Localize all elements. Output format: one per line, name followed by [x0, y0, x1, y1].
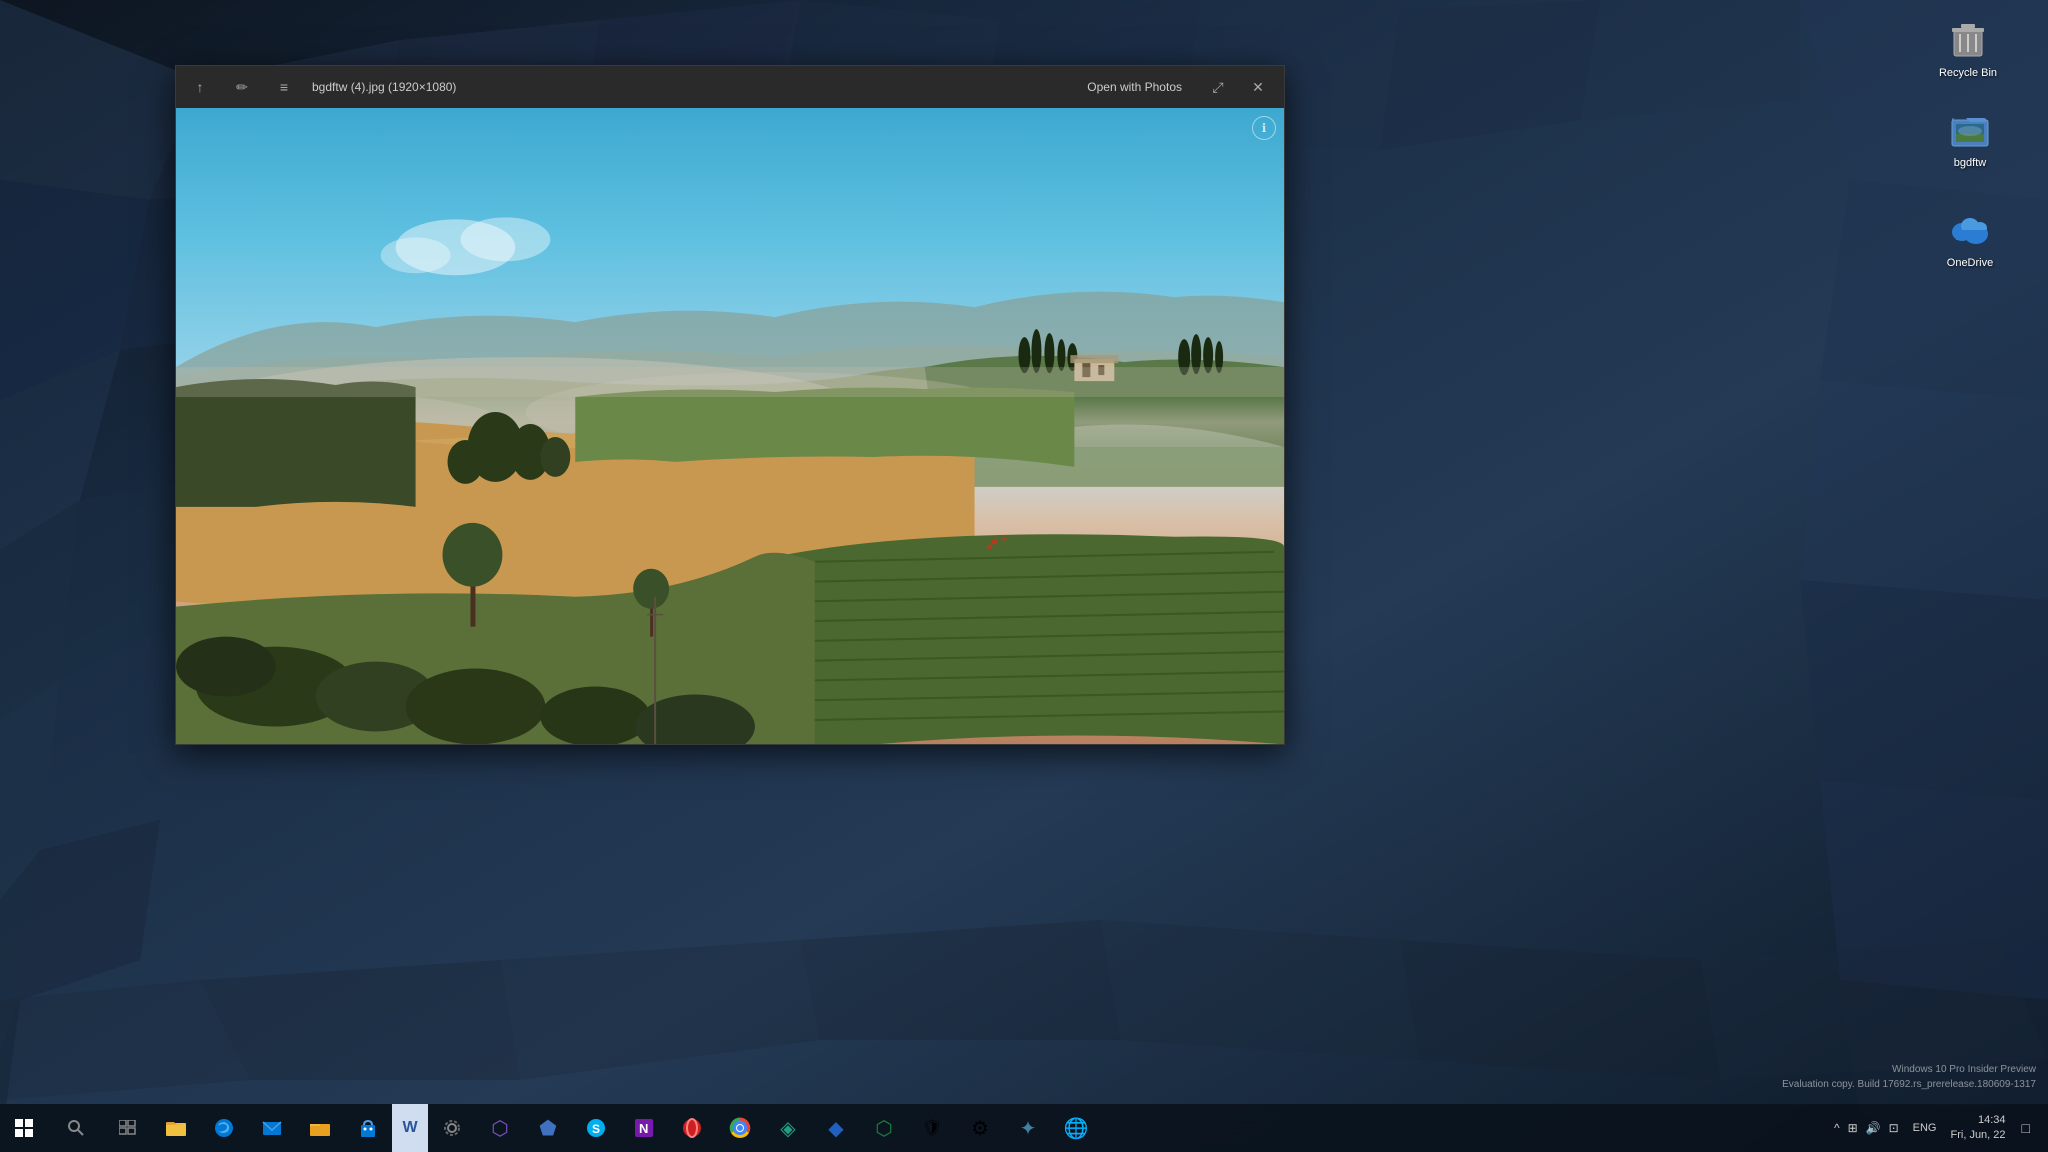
- window-title: bgdftw (4).jpg (1920×1080): [312, 80, 456, 94]
- taskbar-app-dark-blue[interactable]: ◆: [812, 1104, 860, 1152]
- svg-text:N: N: [639, 1121, 648, 1136]
- taskbar-skype[interactable]: S: [572, 1104, 620, 1152]
- recycle-bin-desktop-icon[interactable]: Recycle Bin: [1928, 10, 2008, 84]
- bgdftw-icon-image: [1946, 104, 1994, 152]
- bgdftw-desktop-icon[interactable]: bgdftw: [1930, 100, 2010, 174]
- window-close-button[interactable]: ✕: [1242, 71, 1274, 103]
- taskbar-word[interactable]: W: [392, 1104, 428, 1152]
- recycle-bin-icon-image: [1944, 14, 1992, 62]
- taskbar-settings[interactable]: [428, 1104, 476, 1152]
- image-info-button[interactable]: ℹ: [1252, 116, 1276, 140]
- task-view-icon: [119, 1120, 137, 1136]
- taskbar-app-purple[interactable]: ⬡: [476, 1104, 524, 1152]
- taskbar-left: W ⬡ ⬟ S N: [0, 1104, 1100, 1152]
- taskbar-app-extra2[interactable]: 🌐: [1052, 1104, 1100, 1152]
- taskbar-app-extra1[interactable]: ✦: [1004, 1104, 1052, 1152]
- task-view-button[interactable]: [104, 1104, 152, 1152]
- clock-area[interactable]: 14:34 Fri, Jun, 22: [1945, 1113, 2012, 1144]
- open-with-photos-link[interactable]: Open with Photos: [1087, 80, 1182, 94]
- svg-text:S: S: [592, 1122, 600, 1136]
- window-maximize-button[interactable]: ⤢: [1202, 71, 1234, 103]
- taskbar-defender[interactable]: 🛡: [908, 1104, 956, 1152]
- window-titlebar: ↑ ✏ ≡ bgdftw (4).jpg (1920×1080) Open wi…: [176, 66, 1284, 108]
- tray-volume-icon[interactable]: 🔊: [1864, 1119, 1883, 1137]
- titlebar-right: Open with Photos ⤢ ✕: [1087, 71, 1274, 103]
- onedrive-desktop-icon[interactable]: OneDrive: [1930, 200, 2010, 274]
- start-button[interactable]: [0, 1104, 48, 1152]
- taskbar-right: ^ ⊞ 🔊 ⊡ ENG 14:34 Fri, Jun, 22 □: [1824, 1104, 2048, 1152]
- onedrive-icon-image: [1946, 204, 1994, 252]
- taskbar-explorer[interactable]: [296, 1104, 344, 1152]
- list-toolbar-button[interactable]: ≡: [270, 73, 298, 101]
- photo-viewer-window: ↑ ✏ ≡ bgdftw (4).jpg (1920×1080) Open wi…: [175, 65, 1285, 745]
- taskbar-app-green[interactable]: ⬡: [860, 1104, 908, 1152]
- taskbar-store[interactable]: [344, 1104, 392, 1152]
- tray-icons-area: ^ ⊞ 🔊 ⊡: [1832, 1119, 1901, 1137]
- tray-chevron[interactable]: ^: [1832, 1119, 1842, 1137]
- taskbar-onenote[interactable]: N: [620, 1104, 668, 1152]
- taskbar-apps: W ⬡ ⬟ S N: [152, 1104, 1100, 1152]
- taskbar-mail[interactable]: [248, 1104, 296, 1152]
- taskbar-opera[interactable]: [668, 1104, 716, 1152]
- titlebar-left: ↑ ✏ ≡ bgdftw (4).jpg (1920×1080): [186, 73, 456, 101]
- share-toolbar-button[interactable]: ↑: [186, 73, 214, 101]
- landscape-image: [176, 108, 1284, 744]
- pen-toolbar-button[interactable]: ✏: [228, 73, 256, 101]
- bgdftw-label: bgdftw: [1954, 156, 1986, 170]
- system-tray: ^ ⊞ 🔊 ⊡ ENG 14:34 Fri, Jun, 22 □: [1824, 1113, 2040, 1144]
- recycle-bin-label: Recycle Bin: [1939, 66, 1997, 80]
- tray-battery-icon[interactable]: ⊡: [1887, 1119, 1901, 1137]
- taskbar-app-teal[interactable]: ◈: [764, 1104, 812, 1152]
- clock-time: 14:34: [1978, 1113, 2006, 1128]
- onedrive-label: OneDrive: [1947, 256, 1993, 270]
- tray-network-icon[interactable]: ⊞: [1846, 1119, 1860, 1137]
- tray-language[interactable]: ENG: [1911, 1120, 1939, 1136]
- taskbar-app-blue[interactable]: ⬟: [524, 1104, 572, 1152]
- desktop: Recycle Bin bgdftw One: [0, 0, 2048, 1152]
- photo-image-area: ℹ: [176, 108, 1284, 744]
- taskbar-settings2[interactable]: ⚙: [956, 1104, 1004, 1152]
- taskbar-file-explorer[interactable]: [152, 1104, 200, 1152]
- notification-icon[interactable]: □: [2020, 1118, 2032, 1138]
- taskbar: W ⬡ ⬟ S N: [0, 1104, 2048, 1152]
- windows-logo-icon: [14, 1118, 34, 1138]
- search-button[interactable]: [48, 1104, 104, 1152]
- clock-date: Fri, Jun, 22: [1951, 1128, 2006, 1143]
- taskbar-chrome[interactable]: [716, 1104, 764, 1152]
- search-icon: [67, 1119, 85, 1137]
- taskbar-edge[interactable]: [200, 1104, 248, 1152]
